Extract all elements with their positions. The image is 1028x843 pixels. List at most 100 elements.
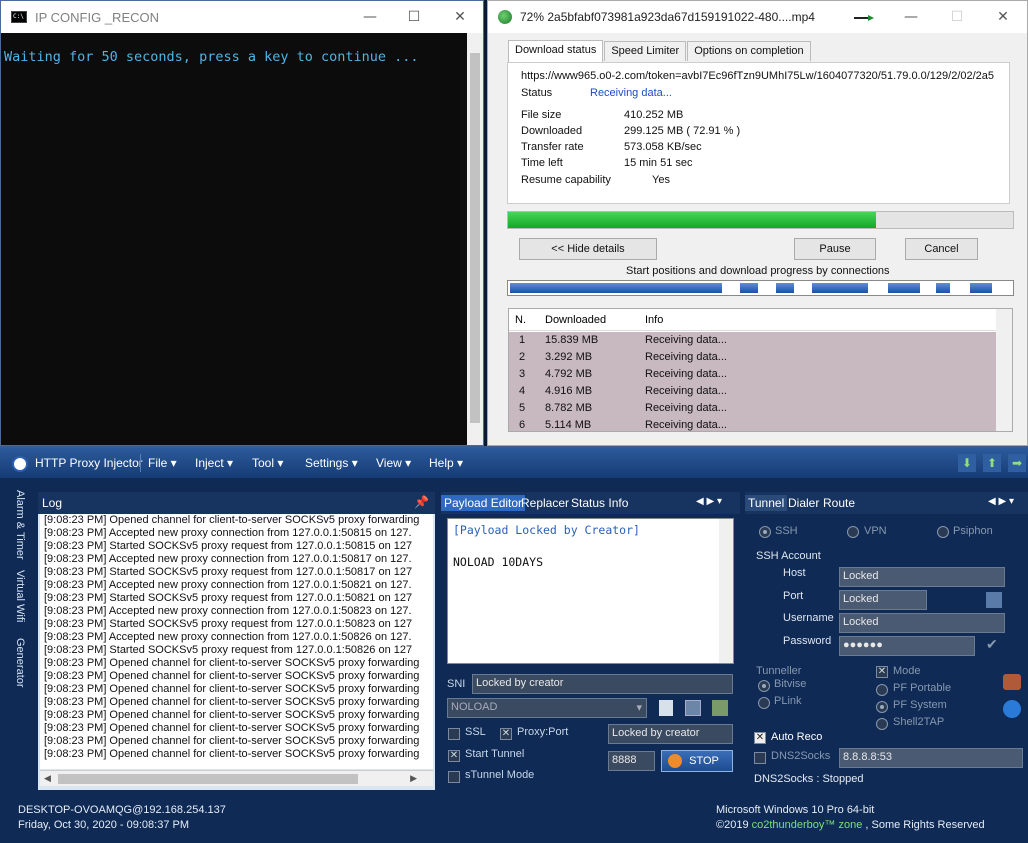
dns-field[interactable]: 8.8.8.8:53 xyxy=(839,748,1023,768)
hide-details-button[interactable]: << Hide details xyxy=(519,238,657,260)
console-output: Waiting for 50 seconds, press a key to c… xyxy=(4,49,419,65)
download-title: 72% 2a5bfabf073981a923da67d159191022-480… xyxy=(520,10,815,24)
table-row[interactable]: 3 4.792 MB Receiving data... xyxy=(509,366,996,383)
proxy-port-checkbox[interactable]: ✕ xyxy=(500,728,512,740)
tab-nav-arrows-icon[interactable]: ◀ ▶ ▾ xyxy=(985,495,1017,508)
minimize-icon[interactable]: — xyxy=(888,1,934,33)
scrollbar-thumb[interactable] xyxy=(58,774,358,784)
stop-button[interactable]: STOP xyxy=(661,750,733,772)
cell-info: Receiving data... xyxy=(645,402,727,414)
console-scrollbar[interactable] xyxy=(467,33,483,445)
log-title: Log xyxy=(42,496,63,510)
log-horizontal-scrollbar[interactable]: ◀ ▶ xyxy=(40,770,433,786)
arrow-up-icon[interactable]: ⬆ xyxy=(983,454,1001,472)
column-header-n[interactable]: N. xyxy=(515,314,526,326)
ssl-checkbox[interactable] xyxy=(448,728,460,740)
port-field[interactable]: 8888 xyxy=(608,751,655,771)
close-icon[interactable]: ✕ xyxy=(437,1,483,33)
log-line: [9:08:23 PM] Accepted new proxy connecti… xyxy=(44,631,412,643)
tab-speed-limiter[interactable]: Speed Limiter xyxy=(604,41,687,61)
tab-status-info[interactable]: Status Info xyxy=(568,495,631,511)
table-row[interactable]: 5 8.782 MB Receiving data... xyxy=(509,400,996,417)
stunnel-checkbox[interactable] xyxy=(448,771,460,783)
chevron-down-icon: ▾ xyxy=(636,702,642,714)
scroll-left-icon[interactable]: ◀ xyxy=(44,773,51,784)
scroll-right-icon[interactable]: ▶ xyxy=(410,773,417,784)
cell-n: 1 xyxy=(519,334,526,346)
table-row[interactable]: 6 5.114 MB Receiving data... xyxy=(509,417,996,431)
pf-system-radio[interactable] xyxy=(876,701,888,713)
host-field[interactable]: Locked xyxy=(839,567,1005,587)
table-scrollbar[interactable] xyxy=(996,309,1012,431)
tab-dialer[interactable]: Dialer xyxy=(785,495,822,511)
pause-button[interactable]: Pause xyxy=(794,238,876,260)
username-field[interactable]: Locked xyxy=(839,613,1005,633)
cell-downloaded: 3.292 MB xyxy=(545,351,593,363)
menu-file[interactable]: File ▾ xyxy=(148,456,177,470)
auto-reco-checkbox[interactable]: ✕ xyxy=(754,732,766,744)
pin-icon[interactable]: 📌 xyxy=(414,495,429,509)
side-tab-generator[interactable]: Generator xyxy=(14,638,26,688)
pf-portable-radio[interactable] xyxy=(876,684,888,696)
ssh-radio[interactable] xyxy=(759,526,771,538)
menu-help[interactable]: Help ▾ xyxy=(429,456,463,470)
sni-field[interactable]: Locked by creator xyxy=(472,674,733,694)
copyright-prefix: ©2019 xyxy=(716,819,752,831)
menu-tool[interactable]: Tool ▾ xyxy=(252,456,283,470)
document-icon[interactable] xyxy=(659,700,673,716)
start-tunnel-checkbox[interactable]: ✕ xyxy=(448,750,460,762)
side-tab-alarm-timer[interactable]: Alarm & Timer xyxy=(14,490,26,560)
device-icon[interactable] xyxy=(1003,674,1021,690)
psiphon-radio[interactable] xyxy=(937,526,949,538)
menu-view[interactable]: View ▾ xyxy=(376,456,411,470)
tab-nav-arrows-icon[interactable]: ◀ ▶ ▾ xyxy=(693,495,725,508)
port-input[interactable]: Locked xyxy=(839,590,927,610)
cancel-button[interactable]: Cancel xyxy=(905,238,978,260)
trash-icon[interactable] xyxy=(712,700,728,716)
author-link[interactable]: co2thunderboy™ zone xyxy=(752,819,863,831)
tab-download-status[interactable]: Download status xyxy=(508,40,604,62)
maximize-icon[interactable]: ☐ xyxy=(391,1,437,33)
shell2tap-radio[interactable] xyxy=(876,718,888,730)
arrow-right-icon xyxy=(854,15,874,21)
arrow-down-icon[interactable]: ⬇ xyxy=(958,454,976,472)
payload-line-2: NOLOAD 10DAYS xyxy=(453,555,544,569)
minimize-icon[interactable]: — xyxy=(347,1,393,33)
noload-select[interactable]: NOLOAD ▾ xyxy=(447,698,647,718)
payload-editor[interactable]: [Payload Locked by Creator] NOLOAD 10DAY… xyxy=(447,518,734,664)
column-header-info[interactable]: Info xyxy=(645,314,663,326)
tab-tunnel[interactable]: Tunnel xyxy=(745,495,788,511)
plink-radio[interactable] xyxy=(758,697,770,709)
refresh-icon[interactable] xyxy=(1003,700,1021,718)
menu-settings[interactable]: Settings ▾ xyxy=(305,456,358,470)
table-row[interactable]: 4 4.916 MB Receiving data... xyxy=(509,383,996,400)
scrollbar-thumb[interactable] xyxy=(470,53,480,423)
check-icon[interactable]: ✔ xyxy=(986,636,998,653)
bitvise-radio[interactable] xyxy=(758,680,770,692)
close-icon[interactable]: ✕ xyxy=(980,1,1026,33)
payload-scrollbar[interactable] xyxy=(719,519,733,663)
save-icon[interactable] xyxy=(685,700,701,716)
tab-replacer[interactable]: Replacer xyxy=(518,495,572,511)
tab-options-on-completion[interactable]: Options on completion xyxy=(687,41,811,61)
cell-info: Receiving data... xyxy=(645,368,727,380)
download-window: 72% 2a5bfabf073981a923da67d159191022-480… xyxy=(487,0,1028,446)
connection-segment xyxy=(970,283,992,293)
arrow-right-icon[interactable]: ➡ xyxy=(1008,454,1026,472)
vpn-radio[interactable] xyxy=(847,526,859,538)
column-header-downloaded[interactable]: Downloaded xyxy=(545,314,606,326)
table-row[interactable]: 2 3.292 MB Receiving data... xyxy=(509,349,996,366)
tab-route[interactable]: Route xyxy=(820,495,858,511)
save-icon[interactable] xyxy=(986,592,1002,608)
side-tab-virtual-wifi[interactable]: Virtual Wifi xyxy=(14,570,26,622)
proxy-field[interactable]: Locked by creator xyxy=(608,724,733,744)
stop-icon xyxy=(668,754,682,768)
menu-inject[interactable]: Inject ▾ xyxy=(195,456,233,470)
password-field[interactable]: ●●●●●● xyxy=(839,636,975,656)
table-row[interactable]: 1 15.839 MB Receiving data... xyxy=(509,332,996,349)
shell2tap-label: Shell2TAP xyxy=(893,716,945,728)
mode-checkbox[interactable]: ✕ xyxy=(876,666,888,678)
tab-payload-editor[interactable]: Payload Editor xyxy=(441,495,526,511)
dns2socks-checkbox[interactable] xyxy=(754,752,766,764)
log-line: [9:08:23 PM] Opened channel for client-t… xyxy=(44,670,420,682)
